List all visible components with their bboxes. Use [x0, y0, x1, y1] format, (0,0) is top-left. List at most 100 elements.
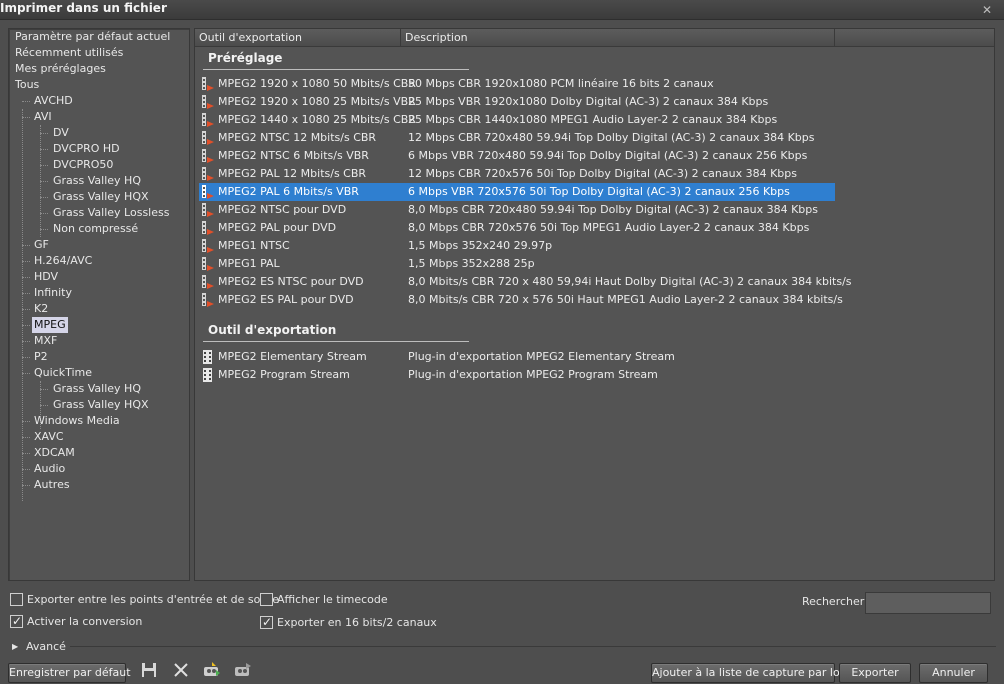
row-description: 8,0 Mbps CBR 720x480 59.94i Top Dolby Di…	[408, 203, 818, 216]
tree-item[interactable]: Récemment utilisés	[13, 45, 125, 61]
tree-item[interactable]: XDCAM	[32, 445, 77, 461]
save-preset-icon[interactable]	[140, 661, 158, 679]
preset-row[interactable]: MPEG2 ES PAL pour DVD 8,0 Mbits/s CBR 720…	[199, 291, 843, 309]
tree-item[interactable]: MXF	[32, 333, 59, 349]
tree-item[interactable]: HDV	[32, 269, 60, 285]
import-preset-icon[interactable]	[203, 661, 221, 679]
preset-row[interactable]: MPEG2 PAL pour DVD 8,0 Mbps CBR 720x576 5…	[199, 219, 835, 237]
preset-file-icon	[202, 257, 214, 271]
tree-item[interactable]: K2	[32, 301, 50, 317]
tree-guide	[40, 133, 48, 134]
close-icon[interactable]: ✕	[976, 3, 998, 17]
row-name: MPEG2 PAL 12 Mbits/s CBR	[218, 167, 367, 180]
tree-item[interactable]: DVCPRO50	[51, 157, 115, 173]
row-description: 6 Mbps VBR 720x480 59.94i Top Dolby Digi…	[408, 149, 808, 162]
category-tree: Paramètre par défaut actuel Récemment uti…	[8, 28, 190, 581]
tree-item[interactable]: Grass Valley HQ	[51, 381, 143, 397]
tree-guide	[22, 261, 30, 262]
tree-item[interactable]: Grass Valley Lossless	[51, 205, 171, 221]
tree-item[interactable]: Infinity	[32, 285, 74, 301]
exporter-row[interactable]: MPEG2 Elementary Stream Plug-in d'exporta…	[199, 348, 835, 366]
tree-item[interactable]: AVI	[32, 109, 54, 125]
preset-file-icon	[202, 293, 214, 307]
tree-item[interactable]: Grass Valley HQ	[51, 173, 143, 189]
preset-row[interactable]: MPEG2 1920 x 1080 25 Mbits/s VBR 25 Mbps …	[199, 93, 835, 111]
search-input[interactable]	[865, 592, 991, 614]
tree-guide	[22, 437, 30, 438]
show-timecode-label: Afficher le timecode	[277, 593, 388, 606]
tree-item[interactable]: AVCHD	[32, 93, 75, 109]
row-name: MPEG2 1440 x 1080 25 Mbits/s CBR	[218, 113, 416, 126]
tree-item[interactable]: Grass Valley HQX	[51, 189, 151, 205]
tree-item[interactable]: Windows Media	[32, 413, 122, 429]
exporter-plugin-icon	[203, 350, 212, 364]
tree-item[interactable]: Grass Valley HQX	[51, 397, 151, 413]
tree-guide	[22, 341, 30, 342]
row-description: 8,0 Mbps CBR 720x576 50i Top MPEG1 Audio…	[408, 221, 810, 234]
title-bar: Imprimer dans un fichier ✕	[0, 0, 1004, 20]
tree-guide	[22, 469, 30, 470]
preset-row[interactable]: MPEG2 NTSC 6 Mbits/s VBR 6 Mbps VBR 720x4…	[199, 147, 835, 165]
tree-item[interactable]: H.264/AVC	[32, 253, 94, 269]
add-to-batch-button[interactable]: Ajouter à la liste de capture par lots	[651, 663, 850, 683]
tree-item[interactable]: DV	[51, 125, 71, 141]
tree-guide	[40, 165, 48, 166]
tree-guide	[40, 149, 48, 150]
preset-row[interactable]: MPEG2 1440 x 1080 25 Mbits/s CBR 25 Mbps …	[199, 111, 835, 129]
checkbox-box[interactable]: ✓	[260, 615, 273, 629]
row-name: MPEG2 1920 x 1080 25 Mbits/s VBR	[218, 95, 416, 108]
preset-row[interactable]: MPEG2 NTSC 12 Mbits/s CBR 12 Mbps CBR 720…	[199, 129, 835, 147]
export-button[interactable]: Exporter	[839, 663, 911, 683]
column-header-export-tool[interactable]: Outil d'exportation	[195, 29, 401, 47]
exporter-row[interactable]: MPEG2 Program Stream Plug-in d'exportatio…	[199, 366, 835, 384]
tree-item[interactable]: P2	[32, 349, 50, 365]
preset-file-icon	[202, 167, 214, 181]
delete-preset-icon[interactable]	[172, 661, 190, 679]
save-default-button[interactable]: Enregistrer par défaut	[8, 663, 131, 683]
export-16bit-label: Exporter en 16 bits/2 canaux	[277, 616, 437, 629]
tree-item[interactable]: DVCPRO HD	[51, 141, 122, 157]
tree-guide	[22, 485, 30, 486]
preset-row[interactable]: MPEG2 ES NTSC pour DVD 8,0 Mbits/s CBR 72…	[199, 273, 852, 291]
cancel-button[interactable]: Annuler	[919, 663, 988, 683]
preset-file-icon	[202, 131, 214, 145]
column-header-description[interactable]: Description	[401, 29, 835, 47]
row-description: 12 Mbps CBR 720x576 50i Top Dolby Digita…	[408, 167, 798, 180]
preset-row[interactable]: MPEG2 PAL 12 Mbits/s CBR 12 Mbps CBR 720x…	[199, 165, 835, 183]
row-description: 8,0 Mbits/s CBR 720 x 576 50i Haut MPEG1…	[408, 293, 843, 306]
tree-item[interactable]: Audio	[32, 461, 67, 477]
tree-item[interactable]: Non compressé	[51, 221, 140, 237]
check-icon: ✓	[262, 615, 273, 629]
preset-row[interactable]: MPEG1 NTSC 1,5 Mbps 352x240 29.97p	[199, 237, 835, 255]
tree-guide	[40, 197, 48, 198]
row-name: MPEG2 ES NTSC pour DVD	[218, 275, 364, 288]
checkbox-box[interactable]: ✓	[10, 614, 23, 628]
expand-arrow-icon: ▶	[12, 642, 19, 651]
checkbox-box[interactable]	[10, 593, 23, 606]
row-description: 12 Mbps CBR 720x480 59.94i Top Dolby Dig…	[408, 131, 815, 144]
tree-item[interactable]: XAVC	[32, 429, 66, 445]
tree-item[interactable]: Paramètre par défaut actuel	[13, 29, 172, 45]
row-description: Plug-in d'exportation MPEG2 Program Stre…	[408, 368, 658, 381]
tree-item[interactable]: QuickTime	[32, 365, 94, 381]
row-description: 1,5 Mbps 352x288 25p	[408, 257, 535, 270]
tree-item[interactable]: Autres	[32, 477, 72, 493]
preset-row[interactable]: MPEG2 PAL 6 Mbits/s VBR 6 Mbps VBR 720x57…	[199, 183, 835, 201]
tree-item[interactable]: Tous	[13, 77, 41, 93]
preset-row[interactable]: MPEG2 NTSC pour DVD 8,0 Mbps CBR 720x480 …	[199, 201, 835, 219]
export-preset-icon[interactable]	[234, 661, 252, 679]
tree-guide	[22, 101, 30, 102]
row-description: 25 Mbps CBR 1440x1080 MPEG1 Audio Layer-…	[408, 113, 778, 126]
tree-guide	[22, 117, 30, 118]
tree-item[interactable]: MPEG	[32, 317, 68, 333]
preset-row[interactable]: MPEG2 1920 x 1080 50 Mbits/s CBR 50 Mbps …	[199, 75, 835, 93]
tree-guide	[22, 453, 30, 454]
preset-list: Outil d'exportation Description Prérégla…	[194, 28, 995, 581]
row-description: 6 Mbps VBR 720x576 50i Top Dolby Digital…	[408, 185, 790, 198]
tree-item[interactable]: Mes préréglages	[13, 61, 108, 77]
checkbox-box[interactable]	[260, 593, 273, 606]
preset-row[interactable]: MPEG1 PAL 1,5 Mbps 352x288 25p	[199, 255, 835, 273]
tree-item[interactable]: GF	[32, 237, 51, 253]
preset-file-icon	[202, 95, 214, 109]
search-label: Rechercher	[802, 595, 865, 608]
